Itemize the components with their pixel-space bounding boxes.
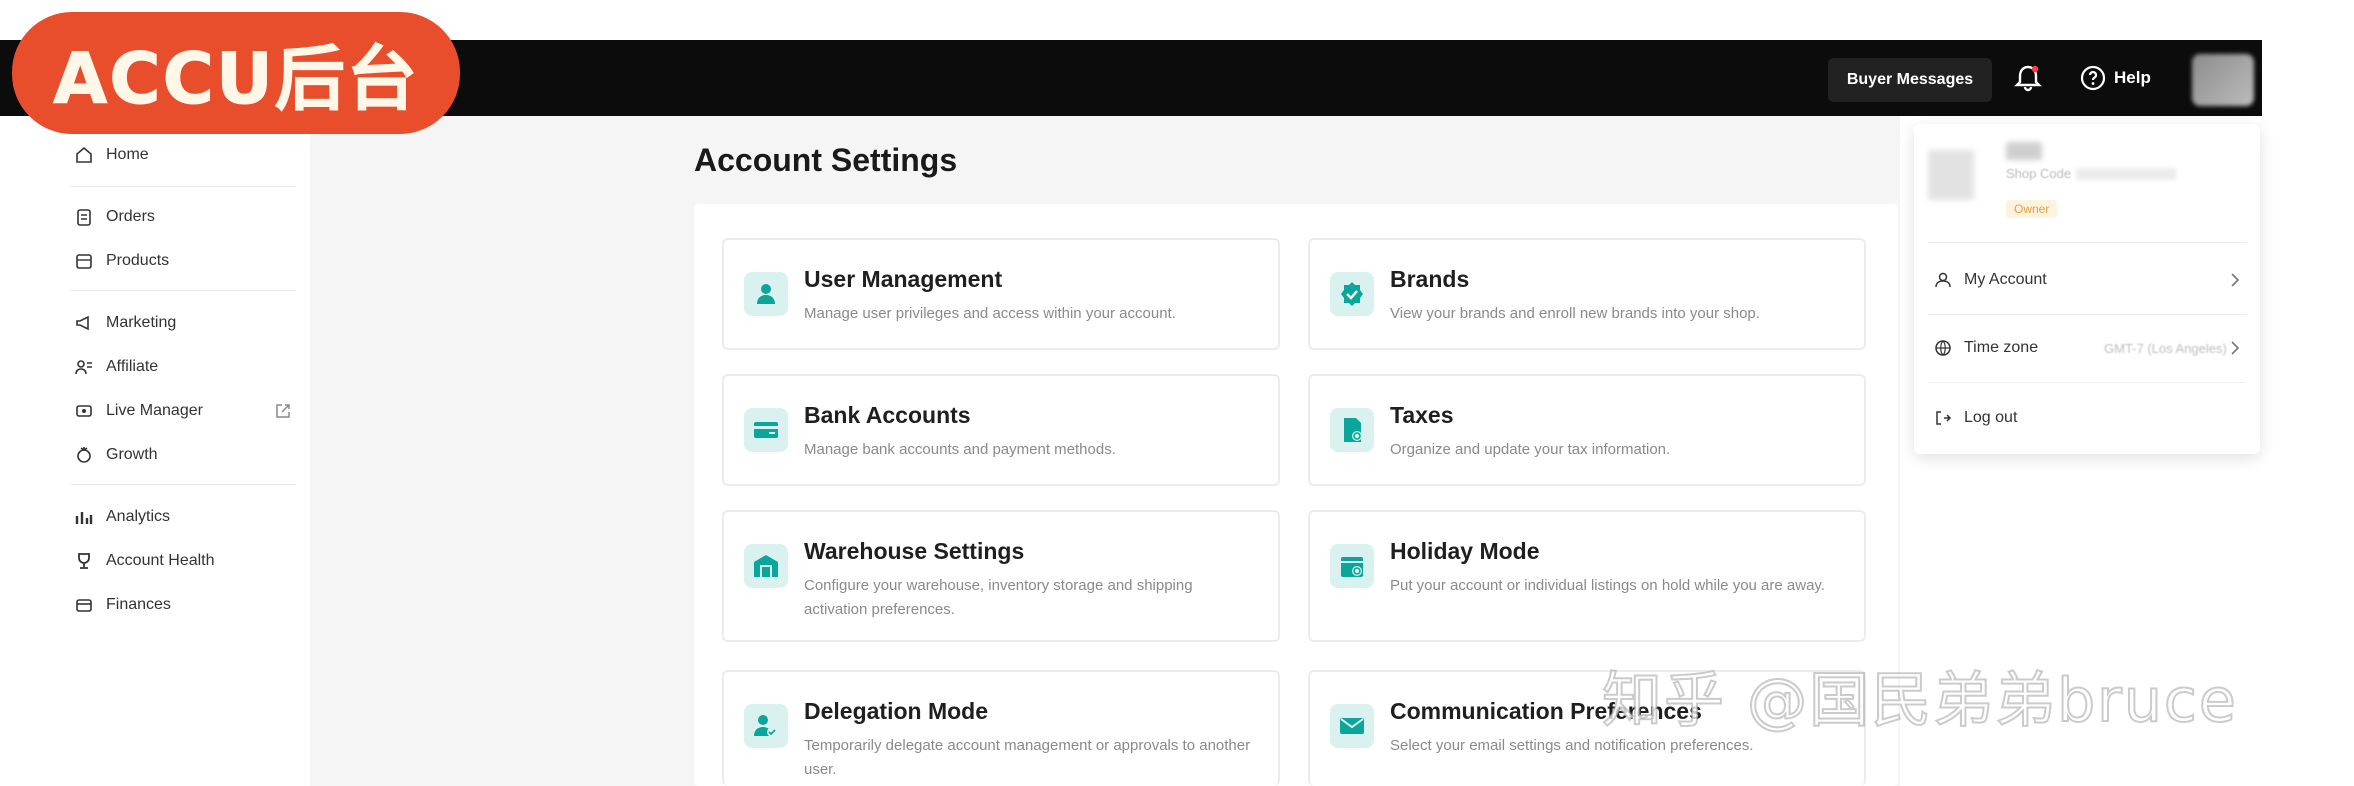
sidebar-item-orders[interactable]: Orders (74, 202, 155, 232)
sidebar-item-products[interactable]: Products (74, 246, 169, 276)
sidebar-item-label: Products (106, 252, 170, 269)
trophy-icon (78, 553, 90, 569)
sidebar-item-label: Growth (106, 446, 158, 463)
sidebar-item-home[interactable]: Home (74, 140, 149, 170)
user-icon (744, 272, 788, 316)
watermark: 知乎 @国民弟弟bruce (1601, 665, 2238, 737)
live-icon (76, 405, 92, 417)
card-title: User Management (804, 266, 1003, 292)
calendar-icon (1330, 544, 1374, 588)
card-description: Configure your warehouse, inventory stor… (804, 577, 1193, 618)
sidebar-item-label: Finances (106, 596, 171, 613)
clipboard-icon (77, 209, 91, 226)
log-out-item[interactable]: Log out (1934, 400, 2244, 436)
badge-text: ACCU后台 (53, 37, 419, 120)
globe-icon (1935, 340, 1951, 356)
dropdown-divider (1928, 242, 2246, 243)
megaphone-icon (76, 315, 89, 331)
sidebar-divider (70, 290, 296, 291)
sidebar-item-label: Home (106, 146, 149, 163)
sidebar-divider (70, 484, 296, 485)
avatar (1928, 150, 1974, 200)
chevron-right-icon (2231, 273, 2240, 287)
sidebar-divider (70, 186, 296, 187)
card-brands[interactable]: Brands View your brands and enroll new b… (1308, 238, 1866, 350)
time-zone-value: GMT-7 (Los Angeles) (2104, 340, 2227, 356)
card-description: Manage user privileges and access within… (804, 305, 1176, 322)
sidebar-item-label: Live Manager (106, 402, 203, 419)
dropdown-divider (1928, 314, 2246, 315)
dropdown-divider (1928, 382, 2246, 383)
bell-icon[interactable] (2012, 62, 2044, 94)
card-description: Put your account or individual listings … (1390, 577, 1825, 594)
help-button[interactable]: Help (2080, 62, 2151, 94)
card-taxes[interactable]: Taxes Organize and update your tax infor… (1308, 374, 1866, 486)
sidebar-item-label: Orders (106, 208, 155, 225)
sidebar-item-label: Analytics (106, 508, 171, 525)
card-title: Holiday Mode (1390, 538, 1540, 564)
avatar[interactable] (2192, 54, 2254, 106)
growth-icon (77, 447, 91, 463)
sidebar-item-analytics[interactable]: Analytics (74, 502, 170, 532)
box-icon (76, 254, 92, 269)
card-user-management[interactable]: User Management Manage user privileges a… (722, 238, 1280, 350)
sidebar-item-live-manager[interactable]: Live Manager (74, 396, 203, 426)
card-icon (744, 408, 788, 452)
card-bank-accounts[interactable]: Bank Accounts Manage bank accounts and p… (722, 374, 1280, 486)
card-warehouse-settings[interactable]: Warehouse Settings Configure your wareho… (722, 510, 1280, 642)
shop-code-label: Shop Code (2006, 166, 2072, 181)
sidebar-item-account-health[interactable]: Account Health (74, 546, 215, 576)
sidebar-item-label: Account Health (106, 552, 215, 569)
time-zone-item[interactable]: Time zone GMT-7 (Los Angeles) (1934, 330, 2244, 366)
card-title: Bank Accounts (804, 402, 971, 428)
users-icon (75, 360, 92, 375)
time-zone-label: Time zone (1964, 339, 2039, 356)
help-label: Help (2114, 68, 2151, 87)
card-title: Taxes (1390, 402, 1454, 428)
card-description: Temporarily delegate account management … (804, 737, 1251, 778)
log-out-label: Log out (1964, 409, 2018, 426)
owner-badge: Owner (2006, 200, 2058, 218)
card-title: Warehouse Settings (804, 538, 1025, 564)
user-outline-icon (1935, 272, 1951, 288)
card-description: Organize and update your tax information… (1390, 441, 1671, 458)
tax-doc-icon (1330, 408, 1374, 452)
sidebar-item-label: Affiliate (106, 358, 159, 375)
external-link-icon[interactable] (274, 402, 292, 420)
delegate-user-icon (744, 704, 788, 748)
card-title: Brands (1390, 266, 1470, 292)
card-description: View your brands and enroll new brands i… (1390, 305, 1760, 322)
sidebar-item-marketing[interactable]: Marketing (74, 308, 176, 338)
logout-icon (1936, 411, 1952, 425)
home-icon (76, 146, 92, 163)
chevron-right-icon (2231, 341, 2240, 355)
warehouse-icon (744, 544, 788, 588)
card-holiday-mode[interactable]: Holiday Mode Put your account or individ… (1308, 510, 1866, 642)
buyer-messages-button[interactable]: Buyer Messages (1828, 58, 1992, 102)
shop-code-redacted (2076, 168, 2176, 180)
my-account-label: My Account (1964, 271, 2047, 288)
chart-icon (75, 512, 93, 524)
sidebar-item-affiliate[interactable]: Affiliate (74, 352, 158, 382)
page-title: Account Settings (694, 142, 958, 178)
wallet-icon (76, 599, 92, 612)
question-circle-icon (2080, 65, 2106, 91)
card-title: Delegation Mode (804, 698, 989, 724)
accu-badge-overlay: ACCU后台 (12, 12, 460, 134)
badge-check-icon (1330, 272, 1374, 316)
sidebar-item-label: Marketing (106, 314, 177, 331)
shop-name-redacted (2006, 142, 2042, 160)
account-dropdown: Shop Code Owner My Account Time zone GMT… (1914, 124, 2260, 454)
page: Buyer Messages Help Home Orders Products (0, 0, 2354, 786)
mail-icon (1330, 704, 1374, 748)
my-account-item[interactable]: My Account (1934, 262, 2244, 298)
card-delegation-mode[interactable]: Delegation Mode Temporarily delegate acc… (722, 670, 1280, 786)
card-description: Manage bank accounts and payment methods… (804, 441, 1116, 458)
sidebar-item-finances[interactable]: Finances (74, 590, 171, 620)
sidebar-item-growth[interactable]: Growth (74, 440, 158, 470)
